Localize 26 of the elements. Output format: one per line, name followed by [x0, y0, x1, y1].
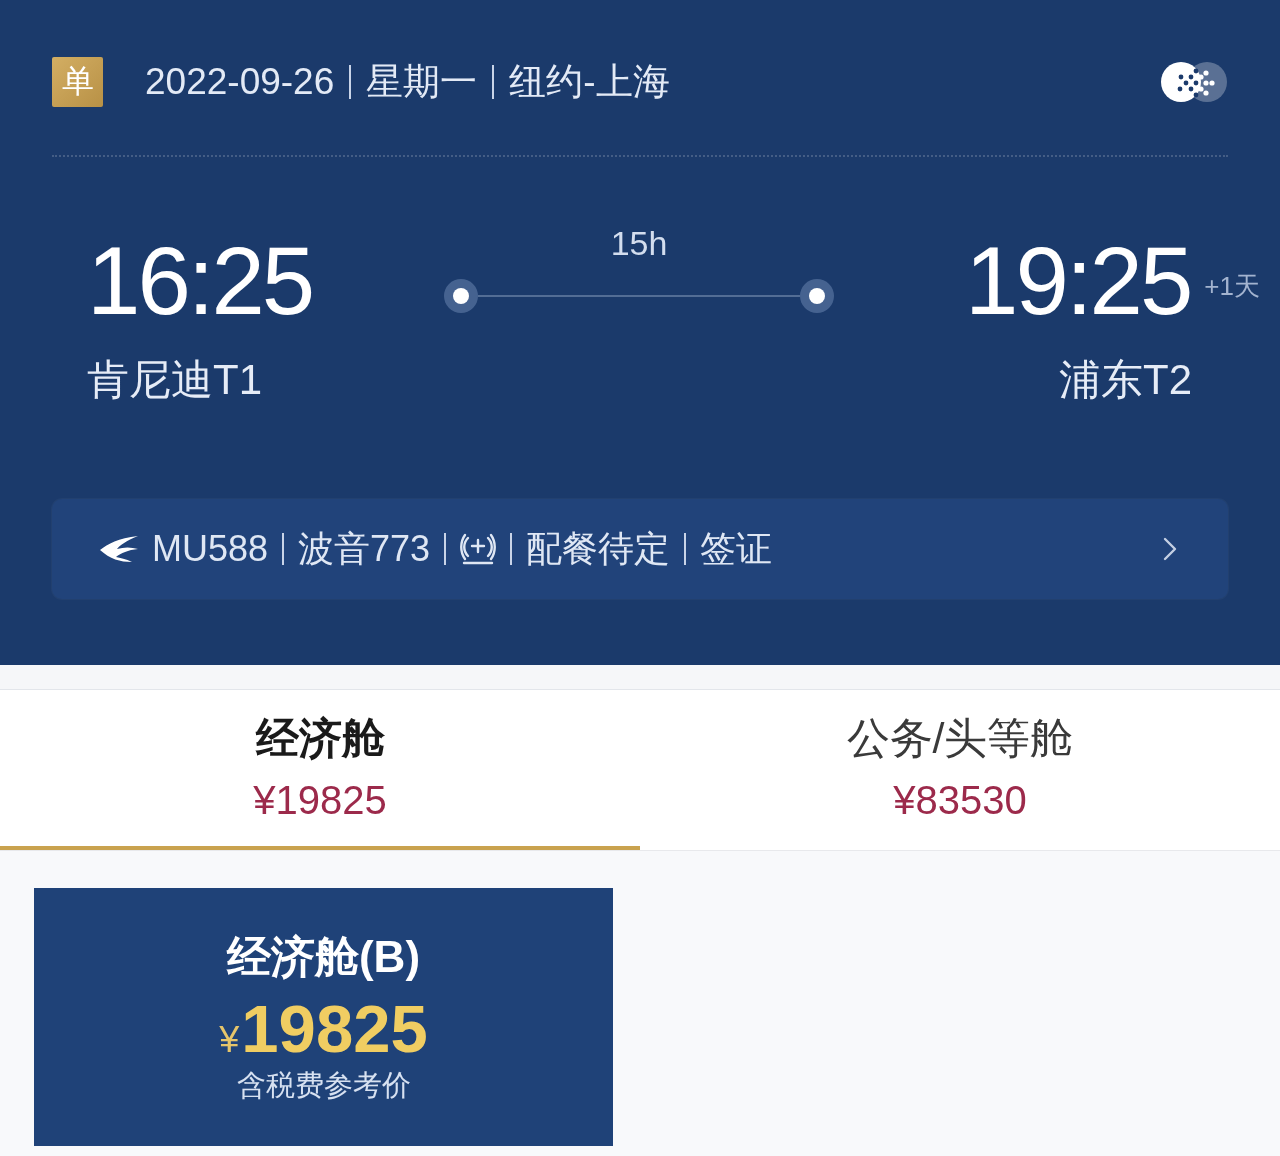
departure-time: 16:25: [87, 233, 313, 329]
fare-note: 含税费参考价: [236, 1068, 411, 1103]
dotted-circle-icon: [1160, 61, 1228, 103]
fare-card[interactable]: 经济舱(B) ¥19825 含税费参考价: [34, 888, 613, 1146]
day-offset-label: +1天: [1204, 271, 1260, 301]
currency-symbol: ¥: [219, 1020, 240, 1060]
one-way-badge: 单: [52, 57, 103, 107]
trip-summary-text: 2022-09-26: [145, 60, 335, 104]
flight-number: MU588: [152, 527, 269, 571]
flight-info-text: 配餐待定: [526, 527, 671, 571]
route-dot-icon: [800, 279, 834, 313]
arrival-time: 19:25: [965, 233, 1191, 329]
chevron-right-icon: [1162, 535, 1178, 563]
departure-airport: 肯尼迪T1: [87, 355, 262, 405]
route-dot-icon: [444, 279, 478, 313]
flight-info-bar[interactable]: MU588 波音773 配餐待定 签证: [52, 499, 1228, 599]
flight-duration: 15h: [610, 225, 668, 261]
arrival-airport: 浦东T2: [1059, 355, 1192, 405]
flight-info-text: 波音773: [298, 527, 431, 571]
broadcast-icon: [460, 532, 497, 566]
bird-icon: [100, 535, 140, 563]
flight-info-text: 签证: [700, 527, 773, 571]
fare-class-title: 经济舱(B): [226, 931, 421, 983]
fare-price: 19825: [241, 995, 428, 1063]
trip-summary-text: 星期一: [366, 60, 478, 104]
trip-summary-text: 纽约-上海: [509, 60, 670, 104]
